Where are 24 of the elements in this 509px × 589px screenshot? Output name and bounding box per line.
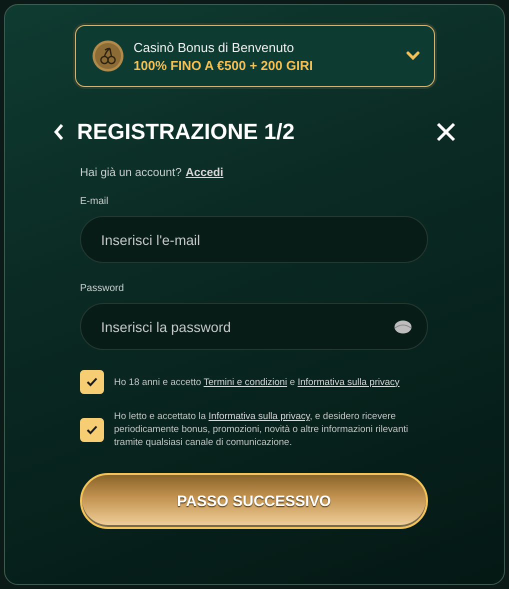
login-prompt: Hai già un account? (80, 167, 182, 179)
eye-icon[interactable] (394, 320, 412, 334)
consent-text: Ho letto e accettato la Informativa sulla privacy, e desidero ricevere periodicamente bonus, promozioni, novità o altre informazioni rilevanti tramite qualsiasi canale di comunicazione. (114, 410, 410, 449)
login-link[interactable]: Accedi (186, 167, 224, 179)
back-icon[interactable] (53, 123, 65, 141)
close-icon[interactable] (436, 122, 456, 142)
cherry-coin-icon (92, 40, 124, 72)
consent-text: Ho 18 anni e accetto Termini e condizioni e Informativa sulla privacy (114, 376, 400, 388)
consent-link[interactable]: Informativa sulla privacy (208, 411, 310, 422)
checkbox[interactable] (80, 370, 104, 394)
consent-link[interactable]: Termini e condizioni (204, 376, 288, 388)
email-field[interactable]: Inserisci l'e-mail (80, 216, 428, 263)
chevron-down-icon (406, 51, 420, 61)
checkbox[interactable] (80, 418, 104, 442)
password-field[interactable]: Inserisci la password (80, 303, 428, 350)
check-icon (86, 377, 98, 387)
form-title: REGISTRAZIONE 1/2 (77, 119, 296, 145)
bonus-banner[interactable]: Casinò Bonus di Benvenuto 100% FINO A €500 + 200 GIRI (74, 25, 434, 87)
check-icon (86, 424, 98, 434)
consent-link[interactable]: Informativa sulla privacy (298, 376, 400, 388)
field-label: E-mail (80, 196, 110, 207)
bonus-offer: 100% FINO A €500 + 200 GIRI (134, 58, 314, 72)
bonus-title: Casinò Bonus di Benvenuto (134, 40, 295, 54)
field-label: Password (80, 283, 125, 294)
